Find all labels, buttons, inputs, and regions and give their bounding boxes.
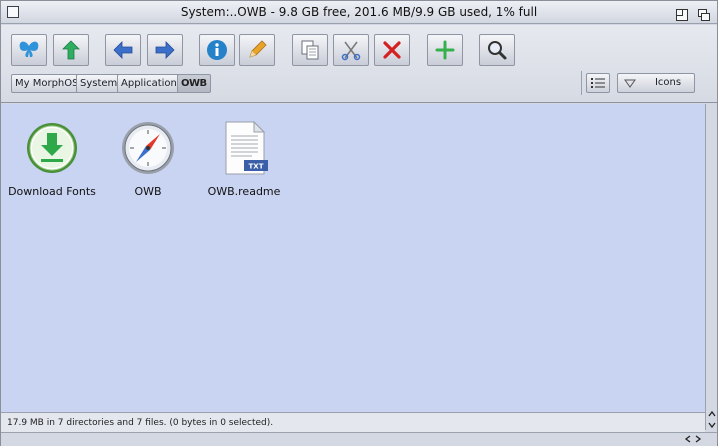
breadcrumb-applications[interactable]: Applications [117,74,187,93]
back-button[interactable] [105,34,141,66]
vertical-scrollbar[interactable] [705,104,717,430]
view-mode-select[interactable]: Icons [617,73,695,93]
iconify-icon[interactable] [676,6,688,21]
info-button[interactable] [199,34,235,66]
butterfly-icon [19,41,39,58]
list-view-icon [591,78,605,88]
back-arrow-icon [113,41,133,59]
file-item-owb-readme[interactable]: TXT OWB.readme [207,120,281,198]
morphos-button[interactable] [11,34,47,66]
file-label: Download Fonts [8,185,96,198]
scroll-up-icon[interactable] [708,410,716,418]
horizontal-scrollbar[interactable] [1,432,717,446]
delete-x-icon [383,41,401,59]
download-icon [27,123,77,173]
forward-arrow-icon [155,41,175,59]
search-magnifier-icon [488,41,507,60]
scroll-right-icon[interactable] [694,435,702,443]
text-document-icon: TXT [225,120,268,175]
drawer-window: System:..OWB - 9.8 GB free, 201.6 MB/9.9… [0,0,718,446]
parent-arrow-up-icon [62,40,80,60]
list-view-button[interactable] [586,73,610,93]
new-drawer-button[interactable] [427,34,463,66]
toolbar-separator [581,71,582,95]
copy-button[interactable] [292,34,328,66]
file-item-download-fonts[interactable]: Download Fonts [5,120,99,198]
window-title: System:..OWB - 9.8 GB free, 201.6 MB/9.9… [180,5,538,19]
scroll-down-icon[interactable] [708,421,716,429]
file-label: OWB.readme [207,185,281,198]
file-label: OWB [134,185,162,198]
chevron-down-icon [624,79,636,88]
copy-icon [301,40,319,60]
toolbar: My MorphOS System: Applications OWB Icon… [1,25,717,103]
forward-button[interactable] [147,34,183,66]
search-button[interactable] [479,34,515,66]
breadcrumb-owb[interactable]: OWB [177,74,211,93]
status-bar: 17.9 MB in 7 directories and 7 files. (0… [1,412,705,432]
compass-icon [122,122,174,174]
txt-badge: TXT [249,163,264,171]
cut-scissors-icon [341,41,361,61]
depth-icon[interactable] [698,6,710,21]
new-plus-icon [435,40,455,60]
file-item-owb[interactable]: OWB [117,120,179,198]
view-mode-label: Icons [654,77,682,88]
info-icon [207,40,227,60]
title-bar[interactable]: System:..OWB - 9.8 GB free, 201.6 MB/9.9… [1,1,717,24]
scroll-left-icon[interactable] [684,435,692,443]
rename-button[interactable] [239,34,275,66]
rename-pencil-icon [249,40,267,58]
delete-button[interactable] [374,34,410,66]
parent-button[interactable] [53,34,89,66]
cut-button[interactable] [333,34,369,66]
icon-area[interactable]: Download Fonts OWB TXT OWB.readme [1,104,705,412]
breadcrumb-my-morphos[interactable]: My MorphOS [11,74,83,93]
